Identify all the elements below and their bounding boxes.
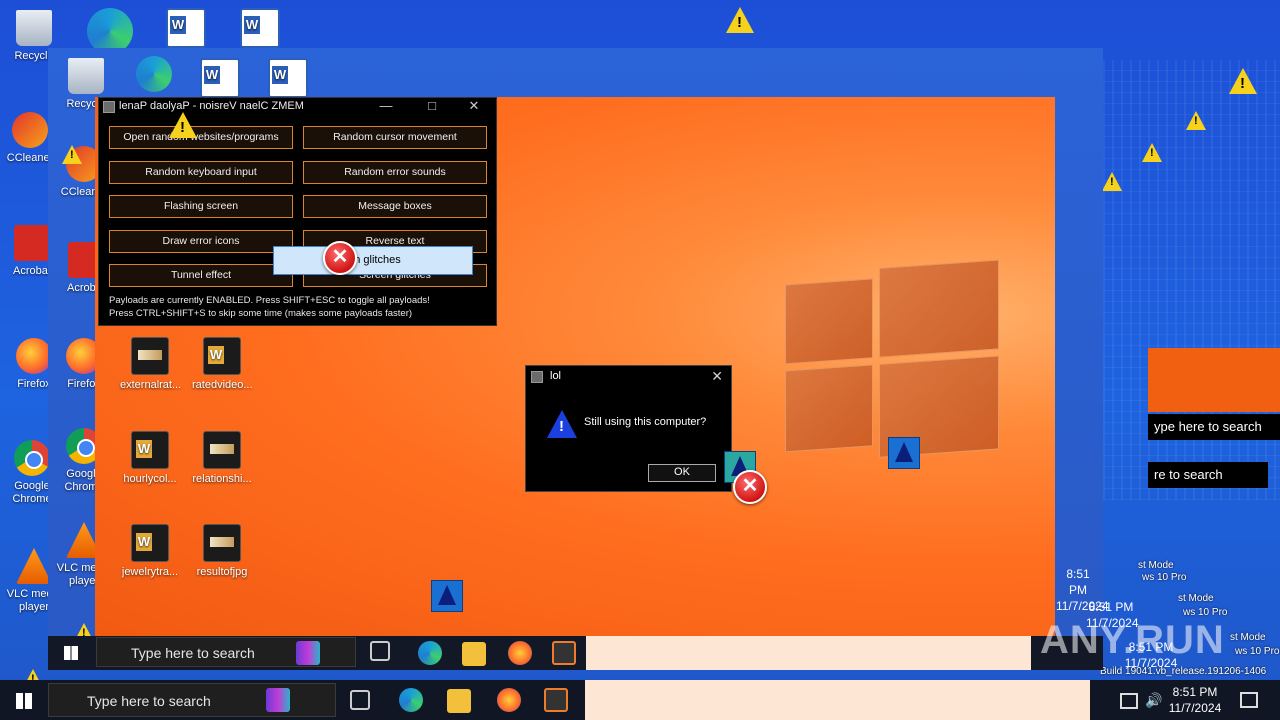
maximize-icon[interactable]: □ — [413, 98, 451, 114]
search-input[interactable]: Type here to search — [48, 683, 336, 717]
edge-icon[interactable] — [124, 56, 184, 96]
icon-label: relationshi... — [192, 473, 252, 485]
warning-icon — [62, 145, 82, 164]
potions-icon — [266, 688, 290, 712]
watermark: ANY.RUN — [1040, 618, 1225, 662]
build-text: st Mode — [1230, 632, 1266, 643]
icon-label: ratedvideo... — [192, 379, 253, 391]
file-icon[interactable]: externalrat... — [120, 337, 182, 392]
task-view-icon[interactable] — [350, 690, 370, 710]
taskbar-echo: Type here to search — [48, 636, 1103, 670]
close-icon[interactable]: ✕ — [455, 98, 493, 114]
payload-button-cursor[interactable]: Random cursor movement — [303, 126, 487, 149]
taskbar-clock[interactable]: 8:51 PM 11/7/2024 — [1166, 684, 1224, 716]
minimize-icon[interactable]: — — [367, 98, 405, 114]
warning-icon — [169, 112, 197, 138]
icon-label: jewelrytra... — [121, 566, 179, 578]
volume-icon[interactable]: 🔊 — [1145, 692, 1162, 709]
warning-icon — [547, 410, 577, 438]
word-doc-icon[interactable] — [258, 58, 318, 102]
warning-icon — [1186, 111, 1206, 130]
window-titlebar: lenaP daolyaP - noisreV naelC ZMEM — □ ✕ — [99, 98, 496, 114]
warning-icon — [1142, 143, 1162, 162]
info-icon — [431, 580, 463, 612]
file-icon[interactable]: ratedvideo... — [192, 337, 253, 392]
payload-status: Payloads are currently ENABLED. Press SH… — [109, 294, 430, 320]
media-app-icon[interactable] — [544, 688, 568, 712]
potions-icon — [296, 641, 320, 665]
search-fragment: ype here to search — [1148, 414, 1280, 440]
dialog-message: Still using this computer? — [584, 416, 707, 428]
payload-button-sounds[interactable]: Random error sounds — [303, 161, 487, 184]
file-icon[interactable]: resultofjpg — [192, 524, 252, 579]
file-icon[interactable]: jewelrytra... — [120, 524, 180, 579]
firefox-icon[interactable] — [508, 641, 532, 665]
word-doc-icon[interactable] — [156, 8, 216, 52]
payload-button-keyboard[interactable]: Random keyboard input — [109, 161, 293, 184]
file-icon[interactable]: relationshi... — [192, 431, 252, 486]
icon-label: Acrobat — [13, 265, 51, 277]
app-icon — [103, 101, 115, 113]
warning-icon — [1229, 68, 1257, 94]
word-doc-icon[interactable] — [190, 58, 250, 102]
error-icon: ✕ — [323, 241, 357, 275]
icon-label: resultofjpg — [196, 566, 248, 578]
desktop: Recycle CCleaner Acrobat Firefox Google … — [0, 0, 1280, 720]
dialog-title: lol — [550, 370, 562, 382]
payload-button-flashing[interactable]: Flashing screen — [109, 195, 293, 218]
icon-label: Google Chrome — [12, 480, 52, 505]
warning-icon — [1102, 172, 1122, 191]
status-line: Payloads are currently ENABLED. Press SH… — [109, 295, 430, 306]
file-icon[interactable]: hourlycol... — [120, 431, 180, 486]
taskbar-glitch-strip — [586, 636, 1031, 670]
icon-label: CCleaner — [6, 152, 54, 164]
warning-icon — [726, 7, 754, 33]
build-text: ws 10 Pro — [1235, 646, 1280, 657]
wallpaper-fragment — [1148, 348, 1280, 412]
glitch-echo-panel: ype here to search re to search — [1148, 348, 1280, 498]
taskbar: Type here to search 🔊 8:51 PM 11/7/2024 — [0, 680, 1280, 720]
app-icon — [531, 371, 543, 383]
close-icon[interactable]: ✕ — [711, 366, 723, 386]
ok-button[interactable]: OK — [648, 464, 716, 482]
taskbar-glitch-strip — [585, 680, 1090, 720]
error-icon: ✕ — [733, 470, 767, 504]
dialog-titlebar: lol ✕ — [526, 366, 731, 386]
firefox-icon[interactable] — [497, 688, 521, 712]
edge-icon[interactable] — [418, 641, 442, 665]
network-icon[interactable] — [1120, 693, 1138, 709]
word-doc-icon[interactable] — [230, 8, 290, 52]
payload-panel-window: lenaP daolyaP - noisreV naelC ZMEM — □ ✕… — [98, 97, 497, 326]
payload-button-error-icons[interactable]: Draw error icons — [109, 230, 293, 253]
status-line: Press CTRL+SHIFT+S to skip some time (ma… — [109, 308, 413, 319]
payload-button-tunnel[interactable]: Tunnel effect — [109, 264, 293, 287]
notification-icon[interactable] — [1240, 692, 1258, 708]
clock-time: 8:51 PM — [1172, 685, 1218, 699]
glitch-button-overlay[interactable]: een glitches — [273, 246, 473, 275]
payload-button-messages[interactable]: Message boxes — [303, 195, 487, 218]
windows-start-icon[interactable] — [16, 693, 32, 709]
task-view-icon[interactable] — [370, 641, 390, 661]
windows-start-icon[interactable] — [64, 646, 78, 660]
info-icon — [888, 437, 920, 469]
icon-label: Firefox — [17, 378, 51, 390]
folder-icon[interactable] — [462, 642, 486, 666]
clock-date: 11/7/2024 — [1168, 701, 1222, 715]
build-text: st Mode — [1138, 560, 1174, 571]
edge-icon[interactable] — [399, 688, 423, 712]
message-box: lol ✕ Still using this computer? OK — [525, 365, 732, 492]
build-text: ws 10 Pro — [1142, 572, 1187, 583]
build-text: st Mode — [1178, 593, 1214, 604]
search-fragment: re to search — [1148, 462, 1268, 488]
icon-label: externalrat... — [120, 379, 182, 391]
media-app-icon[interactable] — [552, 641, 576, 665]
icon-label: hourlycol... — [123, 473, 177, 485]
payload-button-websites[interactable]: Open random websites/programs — [109, 126, 293, 149]
folder-icon[interactable] — [447, 689, 471, 713]
window-title: lenaP daolyaP - noisreV naelC ZMEM — [119, 100, 304, 112]
